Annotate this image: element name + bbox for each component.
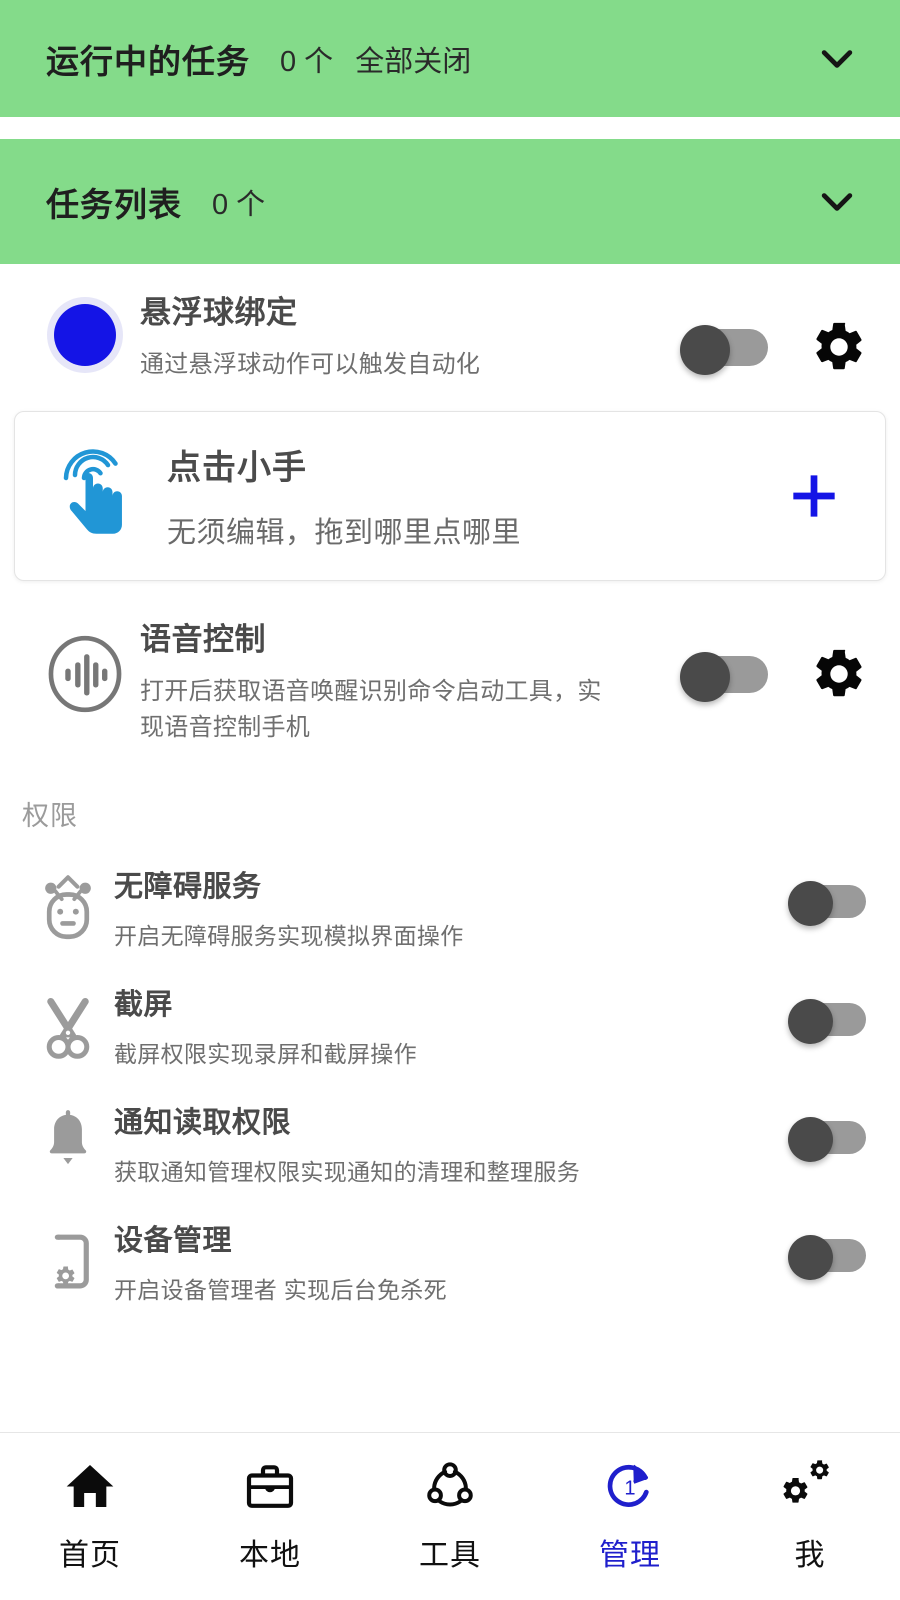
feature-controls [680, 290, 870, 378]
permission-desc: 开启设备管理者 实现后台免杀死 [114, 1276, 447, 1303]
chevron-down-icon[interactable] [814, 179, 860, 225]
nav-item-tools[interactable]: 工具 [360, 1452, 540, 1574]
permission-desc: 开启无障碍服务实现模拟界面操作 [114, 922, 464, 949]
share-nodes-icon [422, 1452, 478, 1514]
screenshot-toggle[interactable] [788, 998, 866, 1044]
tap-hand-text-block: 点击小手 无须编辑，拖到哪里点哪里 [153, 440, 769, 551]
nav-item-me[interactable]: 我 [720, 1452, 900, 1574]
device-management-toggle[interactable] [788, 1234, 866, 1280]
permission-control [788, 1215, 866, 1280]
permission-control [788, 979, 866, 1044]
permissions-section-label: 权限 [22, 800, 78, 831]
content-scroll-area[interactable]: 悬浮球绑定 通过悬浮球动作可以触发自动化 点击小手 无须编辑，拖到哪里点哪里 语… [0, 264, 900, 1432]
refresh-badge-icon: 1 [602, 1452, 658, 1514]
feature-text-block: 语音控制 打开后获取语音唤醒识别命令启动工具，实现语音控制手机 [140, 617, 680, 746]
bell-icon [22, 1097, 114, 1175]
task-list-header[interactable]: 任务列表 0 个 [0, 139, 900, 264]
task-list-count: 0 个 [212, 188, 266, 221]
permission-text-block: 设备管理 开启设备管理者 实现后台免杀死 [114, 1215, 788, 1305]
permission-desc: 获取通知管理权限实现通知的清理和整理服务 [114, 1158, 580, 1185]
running-tasks-header[interactable]: 运行中的任务 0 个 全部关闭 [0, 0, 900, 117]
feature-controls [680, 617, 870, 705]
permission-row-notification[interactable]: 通知读取权限 获取通知管理权限实现通知的清理和整理服务 [0, 1083, 900, 1201]
permission-title: 设备管理 [114, 1224, 233, 1257]
permission-text-block: 截屏 截屏权限实现录屏和截屏操作 [114, 979, 788, 1069]
chevron-down-icon[interactable] [814, 36, 860, 82]
permission-title: 无障碍服务 [114, 870, 262, 903]
svg-text:1: 1 [624, 1477, 635, 1499]
gears-icon [778, 1452, 842, 1514]
device-gear-icon [22, 1215, 114, 1295]
voice-wave-icon [30, 617, 140, 717]
permission-control [788, 861, 866, 926]
task-list-title: 任务列表 [46, 185, 182, 223]
nav-label: 管理 [599, 1538, 661, 1572]
permission-control [788, 1097, 866, 1162]
voice-control-toggle[interactable] [680, 651, 768, 702]
nav-item-local[interactable]: 本地 [180, 1452, 360, 1574]
permission-text-block: 无障碍服务 开启无障碍服务实现模拟界面操作 [114, 861, 788, 951]
blue-dot-icon [30, 290, 140, 366]
notification-toggle[interactable] [788, 1116, 866, 1162]
tap-hand-card[interactable]: 点击小手 无须编辑，拖到哪里点哪里 [14, 410, 886, 581]
permission-text-block: 通知读取权限 获取通知管理权限实现通知的清理和整理服务 [114, 1097, 788, 1187]
close-all-tasks-button[interactable]: 全部关闭 [355, 38, 471, 80]
bottom-navigation-bar: 首页 本地 工具 1 管理 我 [0, 1432, 900, 1600]
permission-row-accessibility[interactable]: 无障碍服务 开启无障碍服务实现模拟界面操作 [0, 847, 900, 965]
tap-hand-title: 点击小手 [167, 449, 307, 488]
feature-row-voice-control[interactable]: 语音控制 打开后获取语音唤醒识别命令启动工具，实现语音控制手机 [0, 591, 900, 768]
feature-title: 悬浮球绑定 [140, 295, 298, 330]
feature-text-block: 悬浮球绑定 通过悬浮球动作可以触发自动化 [140, 290, 680, 383]
floating-ball-toggle[interactable] [680, 325, 768, 375]
running-tasks-count: 0 个 [280, 45, 334, 78]
gear-icon[interactable] [808, 316, 870, 378]
plus-icon[interactable] [769, 465, 859, 527]
feature-title: 语音控制 [140, 621, 266, 657]
nav-label: 首页 [59, 1538, 121, 1572]
tap-hand-icon [33, 442, 153, 550]
clipped-next-row [0, 1319, 900, 1349]
permission-desc: 截屏权限实现录屏和截屏操作 [114, 1040, 417, 1067]
nav-label: 我 [794, 1538, 826, 1572]
app-screen: 运行中的任务 0 个 全部关闭 任务列表 0 个 悬浮球绑定 通过悬浮球动作可以… [0, 0, 900, 1600]
accessibility-toggle[interactable] [788, 880, 866, 926]
nav-label: 工具 [419, 1538, 481, 1572]
briefcase-icon [242, 1452, 298, 1514]
tap-hand-desc: 无须编辑，拖到哪里点哪里 [167, 517, 522, 550]
gear-icon[interactable] [808, 643, 870, 705]
nav-label: 本地 [239, 1538, 301, 1572]
permission-title: 截屏 [114, 988, 174, 1021]
header-spacer [0, 117, 900, 139]
accessibility-robot-icon [22, 861, 114, 943]
nav-item-home[interactable]: 首页 [0, 1452, 180, 1574]
permission-row-screenshot[interactable]: 截屏 截屏权限实现录屏和截屏操作 [0, 965, 900, 1083]
running-tasks-title: 运行中的任务 [46, 42, 250, 80]
permission-title: 通知读取权限 [114, 1106, 292, 1139]
scissors-icon [22, 979, 114, 1061]
feature-row-floating-ball[interactable]: 悬浮球绑定 通过悬浮球动作可以触发自动化 [0, 264, 900, 405]
permission-row-device-management[interactable]: 设备管理 开启设备管理者 实现后台免杀死 [0, 1201, 900, 1319]
feature-desc: 通过悬浮球动作可以触发自动化 [140, 350, 481, 378]
feature-desc: 打开后获取语音唤醒识别命令启动工具，实现语音控制手机 [140, 677, 602, 741]
nav-item-manage[interactable]: 1 管理 [540, 1452, 720, 1574]
home-icon [62, 1452, 118, 1514]
